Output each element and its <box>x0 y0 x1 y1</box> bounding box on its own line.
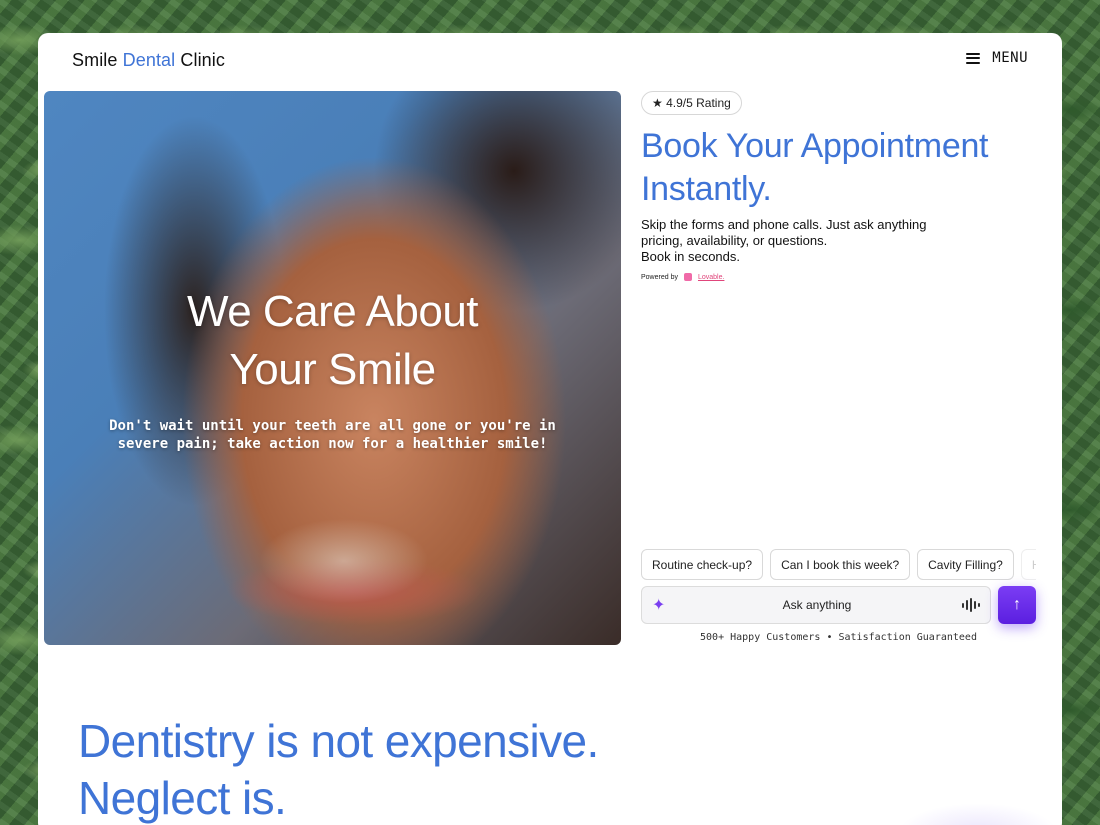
booking-desc-line1: Skip the forms and phone calls. Just ask… <box>641 217 927 232</box>
menu-label: MENU <box>992 50 1028 66</box>
arrow-up-icon: ↑ <box>1013 596 1021 613</box>
hero-title: We Care About Your Smile <box>44 283 621 399</box>
hamburger-icon <box>966 52 981 64</box>
tagline-line2: Neglect is. <box>78 772 287 824</box>
booking-title-line1: Book Your Appointment <box>641 127 989 165</box>
ask-placeholder: Ask anything <box>782 598 852 612</box>
hero-subtitle: Don't wait until your teeth are all gone… <box>109 418 556 452</box>
send-button[interactable]: ↑ <box>998 586 1036 624</box>
brand-logo[interactable]: Smile Dental Clinic <box>72 50 225 71</box>
chip-partial[interactable]: Ha <box>1020 549 1036 580</box>
powered-by-label: Powered by <box>641 273 678 281</box>
brand-word-smile: Smile <box>72 50 118 70</box>
page-card: Smile Dental Clinic MENU We Care About Y… <box>38 33 1062 825</box>
sparkle-icon: ✦ <box>652 597 666 614</box>
voice-wave-icon[interactable] <box>962 598 980 612</box>
hero-title-line2: Your Smile <box>229 345 436 394</box>
chip-book-this-week[interactable]: Can I book this week? <box>770 549 911 580</box>
menu-button[interactable]: MENU <box>966 50 1028 66</box>
booking-desc-line2: pricing, availability, or questions. <box>641 233 828 248</box>
brand-word-clinic: Clinic <box>180 50 225 70</box>
chip-cavity-filling[interactable]: Cavity Filling? <box>917 549 1014 580</box>
booking-description: Skip the forms and phone calls. Just ask… <box>641 217 961 265</box>
lovable-logo-icon <box>683 273 692 281</box>
booking-title-line2: Instantly. <box>641 170 772 208</box>
hero-image: We Care About Your Smile Don't wait unti… <box>44 91 621 645</box>
hero-title-line1: We Care About <box>186 287 479 336</box>
decorative-glow <box>898 803 1058 825</box>
lovable-link[interactable]: Lovable. <box>698 274 724 281</box>
chip-routine-checkup[interactable]: Routine check-up? <box>641 549 764 580</box>
trust-line: 500+ Happy Customers • Satisfaction Guar… <box>700 632 977 643</box>
powered-by: Powered by Lovable. <box>641 273 724 281</box>
brand-word-dental: Dental <box>122 50 176 70</box>
ask-input[interactable]: ✦ Ask anything <box>641 586 991 624</box>
suggestion-chips: Routine check-up? Can I book this week? … <box>641 549 1036 580</box>
booking-desc-line3: Book in seconds. <box>641 249 741 264</box>
tagline: Dentistry is not expensive. Neglect is. <box>78 713 599 825</box>
tagline-line1: Dentistry is not expensive. <box>78 715 599 767</box>
rating-badge: ★ 4.9/5 Rating <box>641 91 742 115</box>
booking-title: Book Your Appointment Instantly. <box>641 125 1031 211</box>
